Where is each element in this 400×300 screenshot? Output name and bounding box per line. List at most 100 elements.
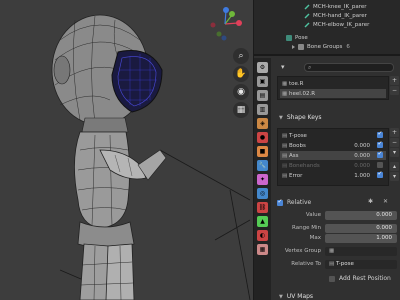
vertex-group-field[interactable]: ▦ [325,247,397,256]
outliner-item-label: MCH-hand_IK_parer [313,12,367,19]
specials-menu-icon[interactable]: ▾ [390,148,399,157]
move-down-icon[interactable]: ▾ [390,172,399,181]
shape-key-name: T-pose [289,132,307,139]
shape-key-icon: ▤ [282,172,288,179]
uv-maps-panel-header[interactable]: ▼ UV Maps [273,291,400,300]
clear-icon[interactable]: ✕ [383,198,392,207]
shape-key-value[interactable]: 0.000 [354,143,370,149]
object-data-icon[interactable]: ▾ [281,63,295,72]
shape-key-icon: ▤ [282,152,288,159]
shape-key-icon: ▤ [282,132,288,139]
vertex-groups-list[interactable]: ▦ toe.R ▦ heel.02.R [277,76,389,100]
shape-key-mute-checkbox[interactable] [377,162,383,168]
list-item[interactable]: ▤ Bonehands 0.000 [280,161,386,170]
max-field[interactable]: 1.000 [325,234,397,243]
shape-key-mute-checkbox[interactable] [377,170,383,178]
expand-arrow-icon[interactable] [292,44,295,49]
list-item[interactable]: ▤ Error 1.000 [280,170,386,180]
vertex-group-field-icon: ▦ [329,248,335,254]
shape-key-value[interactable]: 1.000 [354,173,370,179]
vertex-group-name: toe.R [289,80,304,87]
tool-tab-icon[interactable]: ⚙ [257,62,268,73]
panel-title: Shape Keys [286,114,322,121]
shape-key-field-icon: ▤ [329,261,335,267]
world-tab-icon[interactable]: ● [257,132,268,143]
legs [79,243,135,300]
shape-keys-list[interactable]: ▤ T-pose ▤ Boobs 0.000 ▤ Ass 0.000 ▤ Bon… [277,128,389,186]
outliner-item[interactable]: Pose [286,33,308,42]
vertex-group-label: Vertex Group [284,248,321,254]
add-icon[interactable]: + [390,128,399,137]
add-icon[interactable]: + [390,76,399,85]
max-label: Max [309,235,321,241]
list-item[interactable]: ▦ heel.02.R [280,89,386,98]
output-tab-icon[interactable]: ▤ [257,90,268,101]
modifier-tab-icon[interactable]: 🔧 [257,160,268,171]
bone-groups-count: 6 [346,43,350,50]
scene-tab-icon[interactable]: ◈ [257,118,268,129]
relative-label: Relative [287,199,312,206]
move-up-icon[interactable]: ▴ [390,162,399,171]
relative-to-field[interactable]: ▤ T-pose [325,260,397,269]
pose-icon [286,34,292,41]
relative-checkbox-row[interactable]: ✓ Relative [277,198,311,207]
vertex-group-icon: ▦ [282,80,288,87]
range-min-field[interactable]: 0.000 [325,224,397,233]
value-row: Value 0.000 [273,211,400,220]
search-input[interactable]: ⌕ [304,63,394,72]
helmet [51,14,163,126]
outliner-item[interactable]: MCH-elbow_IK_parer [304,20,369,29]
zoom-icon[interactable]: ⌕ [233,48,249,64]
render-tab-icon[interactable]: ▣ [257,76,268,87]
list-item[interactable]: ▦ toe.R [280,79,386,88]
shape-key-name: Bonehands [289,162,320,169]
shape-key-name: Error [289,172,303,179]
bone-groups-icon [298,43,304,50]
list-item[interactable]: ▤ T-pose [280,130,386,140]
value-field[interactable]: 0.000 [325,211,397,220]
remove-icon[interactable]: − [390,138,399,147]
relative-checkbox[interactable]: ✓ [277,198,283,206]
outliner-item-label: Pose [295,34,308,41]
constraints-tab-icon[interactable]: ⛓ [257,202,268,213]
shape-key-value[interactable]: 0.000 [354,153,370,159]
data-tab-icon[interactable]: ▲ [257,216,268,227]
outliner-item[interactable]: MCH-hand_IK_parer [304,11,367,20]
bone-icon [304,22,310,27]
list-side-buttons: + − [390,76,399,96]
outliner-item[interactable]: MCH-knee_IK_parer [304,2,367,11]
3d-viewport[interactable]: ⌕ ✋ ◉ ▦ [0,0,253,300]
vertex-group-row: Vertex Group ▦ [273,247,400,256]
shape-keys-panel-header[interactable]: ▼ Shape Keys [273,112,400,123]
shape-key-icon: ▤ [282,142,288,149]
shape-key-mute-checkbox[interactable] [377,150,383,158]
outliner[interactable]: MCH-knee_IK_parer MCH-hand_IK_parer MCH-… [254,0,400,56]
pin-icon[interactable]: ✱ [368,198,377,207]
remove-icon[interactable]: − [390,86,399,95]
shape-key-value[interactable]: 0.000 [354,163,370,169]
right-sidebar: MCH-knee_IK_parer MCH-hand_IK_parer MCH-… [253,0,400,300]
shape-key-name: Ass [289,152,299,159]
navigation-gizmo[interactable] [205,6,245,42]
outliner-item[interactable]: Bone Groups 6 [292,42,350,51]
chevron-down-icon: ▼ [279,114,283,121]
shape-key-icon: ▤ [282,162,288,169]
properties-editor: ▾ ⌕ ▦ toe.R ▦ heel.02.R + − ▼ Shape Keys [273,58,400,300]
hand-pan-icon[interactable]: ✋ [233,66,249,82]
material-tab-icon[interactable]: ◐ [257,230,268,241]
object-tab-icon[interactable]: ■ [257,146,268,157]
grid-perspective-icon[interactable]: ▦ [233,102,249,118]
add-rest-position-row[interactable]: Add Rest Position [329,274,391,283]
add-rest-position-label: Add Rest Position [339,275,391,282]
camera-icon[interactable]: ◉ [233,84,249,100]
physics-tab-icon[interactable]: ◎ [257,188,268,199]
particles-tab-icon[interactable]: ✦ [257,174,268,185]
list-item[interactable]: ▤ Ass 0.000 [280,150,386,160]
add-rest-position-checkbox[interactable] [329,275,335,282]
range-min-label: Range Min [292,225,321,231]
texture-tab-icon[interactable]: ▦ [257,244,268,255]
list-item[interactable]: ▤ Boobs 0.000 [280,140,386,150]
shape-key-mute-checkbox[interactable] [377,130,383,138]
shape-key-mute-checkbox[interactable] [377,140,383,148]
view-layer-tab-icon[interactable]: ▥ [257,104,268,115]
